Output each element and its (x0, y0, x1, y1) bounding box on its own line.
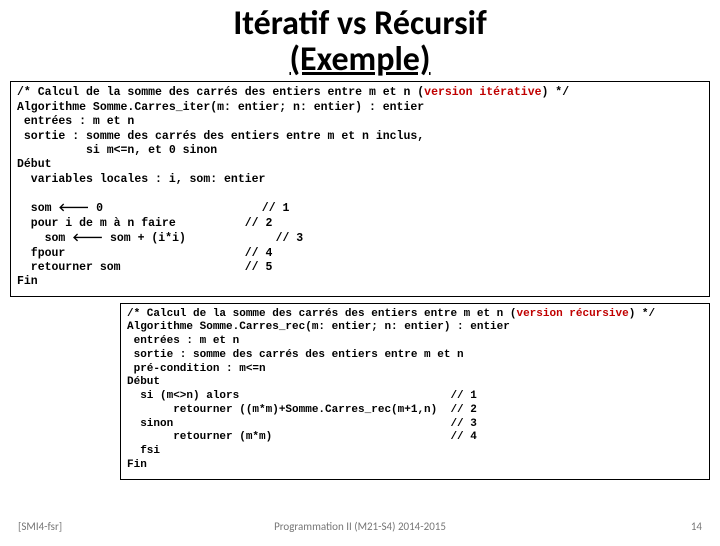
iter-b6: Fin (17, 275, 38, 288)
iter-b1v: 0 // 1 (89, 202, 289, 215)
iter-l5: si m<=n, et 0 sinon (17, 144, 217, 157)
iter-comment-a: /* Calcul de la somme des carrés des ent… (17, 86, 424, 99)
rec-comment-b: version récursive (516, 308, 628, 320)
iter-l3: entrées : m et n (17, 115, 134, 128)
rec-comment-a: /* Calcul de la somme des carrés des ent… (127, 308, 516, 320)
rec-l5: pré-condition : m<=n (127, 363, 266, 375)
left-arrow-icon: 🡐 (72, 232, 103, 244)
rec-l4: sortie : somme des carrés des entiers en… (127, 349, 464, 361)
rec-b4: retourner (m*m) // 4 (127, 431, 477, 443)
rec-l6: Début (127, 376, 160, 388)
iter-l6: Début (17, 158, 52, 171)
rec-b2: retourner ((m*m)+Somme.Carres_rec(m+1,n)… (127, 404, 477, 416)
rec-b6: Fin (127, 459, 147, 471)
code-box-recursive: /* Calcul de la somme des carrés des ent… (120, 303, 710, 480)
iter-b5: retourner som // 5 (17, 261, 272, 274)
title-line2: (Exemple) (289, 39, 430, 80)
iter-b3: som (17, 232, 72, 245)
footer: [SMI4-fsr] Programmation II (M21-S4) 201… (0, 520, 720, 538)
iter-b4: fpour // 4 (17, 247, 272, 260)
rec-l3: entrées : m et n (127, 335, 239, 347)
rec-b3: sinon // 3 (127, 418, 477, 430)
rec-comment-c: ) */ (629, 308, 655, 320)
footer-center: Programmation II (M21-S4) 2014-2015 (0, 520, 720, 533)
iter-b1: som (17, 202, 58, 215)
slide-title: Itératif vs Récursif (Exemple) (0, 6, 720, 77)
iter-l2: Algorithme Somme.Carres_iter(m: entier; … (17, 101, 424, 114)
rec-l2: Algorithme Somme.Carres_rec(m: entier; n… (127, 321, 510, 333)
page-number: 14 (691, 520, 702, 533)
iter-l4: sortie : somme des carrés des entiers en… (17, 130, 424, 143)
iter-comment-c: ) */ (542, 86, 570, 99)
iter-b2: pour i de m à n faire // 2 (17, 217, 272, 230)
iter-b3v: som + (i*i) // 3 (103, 232, 303, 245)
iter-comment-b: version itérative (424, 86, 541, 99)
rec-b1: si (m<>n) alors // 1 (127, 390, 477, 402)
slide: Itératif vs Récursif (Exemple) /* Calcul… (0, 6, 720, 546)
iter-l7: variables locales : i, som: entier (17, 173, 265, 186)
code-box-iterative: /* Calcul de la somme des carrés des ent… (10, 81, 710, 296)
rec-b5: fsi (127, 445, 160, 457)
left-arrow-icon: 🡐 (58, 202, 89, 214)
